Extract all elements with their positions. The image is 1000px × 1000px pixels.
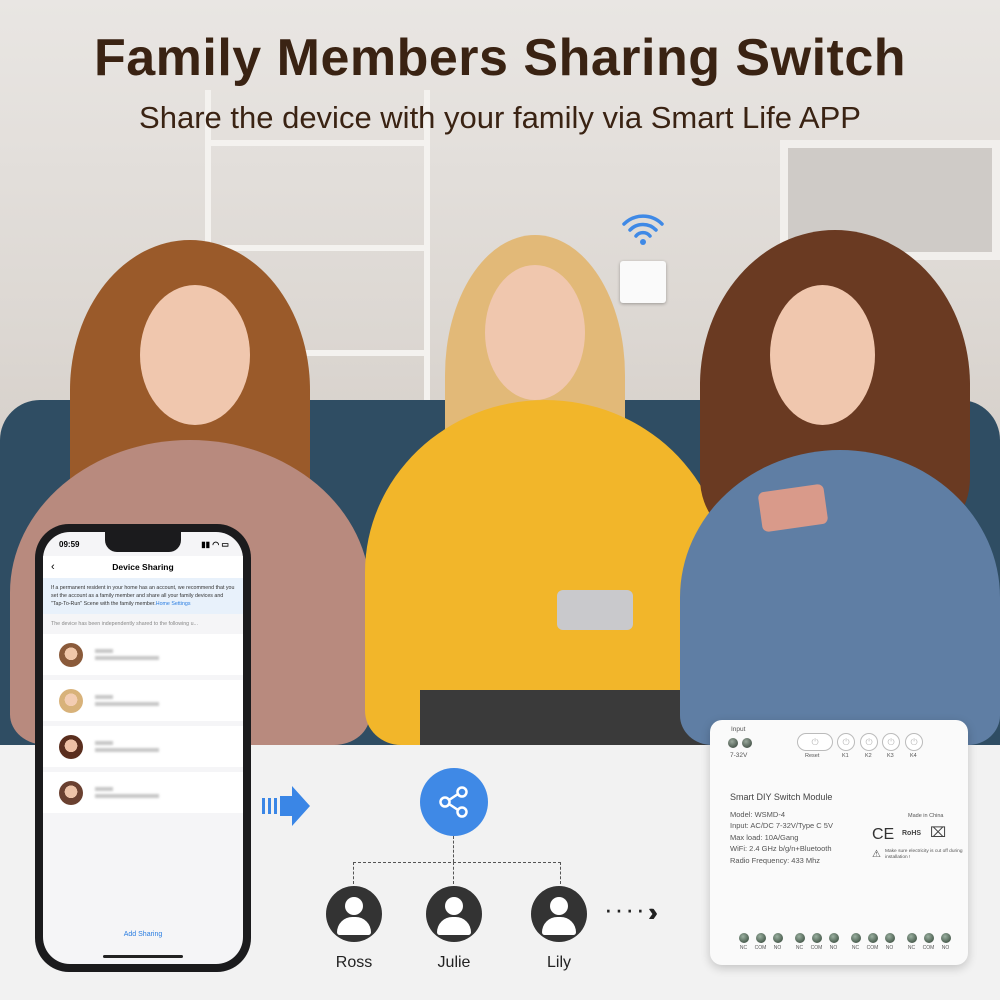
user-name: Ross bbox=[335, 954, 373, 971]
wifi-device-icon bbox=[620, 212, 666, 303]
headline: Family Members Sharing Switch bbox=[93, 29, 907, 87]
button-label: K2 bbox=[865, 753, 872, 759]
avatar bbox=[59, 734, 83, 759]
spec: Model: WSMD-4 bbox=[730, 809, 786, 819]
page-title: Device Sharing bbox=[112, 562, 174, 572]
subheadline: Share the device with your family via Sm… bbox=[139, 100, 861, 135]
avatar bbox=[59, 642, 83, 667]
phone-screen: 09:59 ▮▮ ◠ ▭ ‹ Device Sharing If a permane… bbox=[43, 532, 243, 964]
input-label: Input bbox=[731, 726, 746, 733]
user-name: Julie bbox=[437, 954, 471, 971]
spec: Input: AC/DC 7-32V/Type C 5V bbox=[730, 821, 833, 830]
avatar bbox=[59, 780, 83, 805]
weee-icon: ⌧ bbox=[930, 824, 947, 840]
spec: WiFi: 2.4 GHz b/g/n+Bluetooth bbox=[730, 844, 832, 853]
warning-text: Make sure electricity is cut off during … bbox=[885, 849, 963, 860]
arrow-right-icon bbox=[262, 786, 310, 826]
nav-bar: ‹ Device Sharing bbox=[43, 556, 243, 578]
relay-terminals: NC COM NO NC COM NO NC COM NO NC COM NO bbox=[737, 933, 952, 951]
switch-module: Input 7-32V ⏻ ⏻ ⏻ ⏻ ⏻ Reset K1 K2 K3 K4 … bbox=[710, 720, 968, 965]
rohs-icon: RoHS bbox=[902, 830, 922, 837]
button-label: Reset bbox=[805, 753, 820, 759]
contact-item[interactable] bbox=[43, 772, 243, 813]
info-text: If a permanent resident in your home has… bbox=[51, 585, 235, 607]
connector-lines bbox=[353, 862, 561, 884]
share-icon bbox=[420, 768, 488, 836]
warning-icon: ⚠ bbox=[872, 849, 881, 860]
avatar bbox=[59, 688, 83, 713]
home-settings-link[interactable]: Home Settings bbox=[156, 601, 191, 607]
reset-button[interactable]: ⏻ bbox=[797, 733, 833, 751]
dots-icon: ···· bbox=[604, 894, 647, 924]
user-icon bbox=[326, 886, 382, 942]
add-sharing-button[interactable]: Add Sharing bbox=[43, 931, 243, 938]
user-icon bbox=[531, 886, 587, 942]
phone: 09:59 ▮▮ ◠ ▭ ‹ Device Sharing If a permane… bbox=[35, 524, 251, 972]
info-banner: If a permanent resident in your home has… bbox=[43, 578, 243, 614]
ce-mark-icon: CE bbox=[872, 826, 895, 843]
user-name: Lily bbox=[546, 954, 571, 971]
voltage-label: 7-32V bbox=[730, 752, 748, 759]
shared-text: The device has been independently shared… bbox=[51, 621, 198, 627]
spec-list: Smart DIY Switch Module Model: WSMD-4 In… bbox=[730, 792, 833, 866]
user-icon bbox=[426, 886, 482, 942]
spec: Radio Frequency: 433 Mhz bbox=[730, 855, 821, 865]
contact-item[interactable] bbox=[43, 680, 243, 721]
contact-item[interactable] bbox=[43, 634, 243, 675]
back-icon[interactable]: ‹ bbox=[51, 556, 55, 578]
button-label: K3 bbox=[887, 753, 894, 759]
made-in: Made in China bbox=[908, 813, 944, 819]
spec: Max load: 10A/Gang bbox=[730, 832, 799, 842]
clock: 09:59 bbox=[59, 540, 80, 549]
k4-button[interactable]: ⏻ bbox=[905, 733, 923, 751]
chevrons-right-icon: ››› bbox=[648, 897, 658, 927]
home-indicator bbox=[103, 955, 183, 958]
contact-item[interactable] bbox=[43, 726, 243, 767]
button-label: K1 bbox=[842, 753, 849, 759]
k2-button[interactable]: ⏻ bbox=[860, 733, 878, 751]
module-title: Smart DIY Switch Module bbox=[730, 792, 833, 802]
button-label: K4 bbox=[910, 753, 917, 759]
k1-button[interactable]: ⏻ bbox=[837, 733, 855, 751]
k3-button[interactable]: ⏻ bbox=[882, 733, 900, 751]
signal-wifi-battery-icon: ▮▮ ◠ ▭ bbox=[201, 540, 229, 549]
